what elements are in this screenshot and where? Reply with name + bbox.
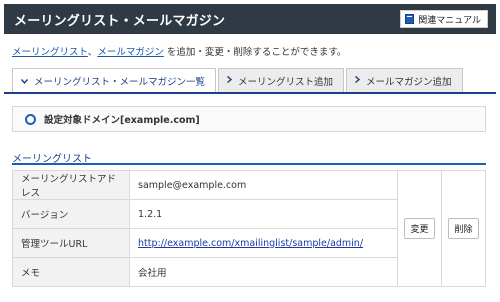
chevron-down-icon xyxy=(20,77,29,86)
chevron-right-icon xyxy=(355,75,361,85)
delete-button[interactable]: 削除 xyxy=(448,218,479,239)
tab-list-label: メーリングリスト・メールマガジン一覧 xyxy=(34,77,206,88)
row-value-admin-url: http://example.com/xmailinglist/sample/a… xyxy=(129,228,398,258)
target-domain-box: 設定対象ドメイン[example.com] xyxy=(12,106,486,132)
tab-add-mail-magazine-label: メールマガジン追加 xyxy=(366,76,452,88)
page: メーリングリスト・メールマガジン 関連マニュアル メーリングリスト、メールマガジ… xyxy=(0,0,500,302)
target-domain-label: 設定対象ドメイン[example.com] xyxy=(44,115,200,126)
tab-add-mailinglist-label: メーリングリスト追加 xyxy=(238,76,334,88)
row-value-version: 1.2.1 xyxy=(129,199,398,229)
mail-magazine-link[interactable]: メールマガジン xyxy=(97,47,164,58)
tab-underline xyxy=(4,92,496,94)
row-label-admin-url: 管理ツールURL xyxy=(12,228,130,258)
edit-button[interactable]: 変更 xyxy=(404,218,435,239)
section-divider xyxy=(12,163,486,165)
table-row: メーリングリストアドレス sample@example.com 変更 削除 xyxy=(12,170,486,287)
tab-add-mail-magazine[interactable]: メールマガジン追加 xyxy=(346,68,463,92)
intro-description: を追加・変更・削除することができます。 xyxy=(166,47,347,58)
page-title: メーリングリスト・メールマガジン xyxy=(14,14,226,29)
related-manual-button[interactable]: 関連マニュアル xyxy=(400,10,488,28)
mailinglist-table: メーリングリストアドレス sample@example.com 変更 削除 バー… xyxy=(12,170,486,287)
page-header: メーリングリスト・メールマガジン 関連マニュアル xyxy=(4,4,496,34)
mailinglist-link[interactable]: メーリングリスト xyxy=(12,47,88,58)
intro-text: メーリングリスト、メールマガジン を追加・変更・削除することができます。 xyxy=(12,44,346,58)
tab-add-mailinglist[interactable]: メーリングリスト追加 xyxy=(218,68,345,92)
book-icon xyxy=(405,14,415,24)
delete-cell: 削除 xyxy=(441,170,486,287)
row-label-version: バージョン xyxy=(12,199,130,229)
intro-separator: 、 xyxy=(87,47,98,58)
row-value-address: sample@example.com xyxy=(129,170,398,200)
edit-cell: 変更 xyxy=(397,170,442,287)
row-label-memo: メモ xyxy=(12,257,130,287)
admin-url-link[interactable]: http://example.com/xmailinglist/sample/a… xyxy=(138,238,363,249)
tab-bar: メーリングリスト・メールマガジン一覧 メーリングリスト追加 メールマガジン追加 xyxy=(12,68,465,93)
radio-circle-icon xyxy=(25,113,36,125)
related-manual-label: 関連マニュアル xyxy=(418,15,481,26)
chevron-right-icon xyxy=(227,75,233,85)
tab-list[interactable]: メーリングリスト・メールマガジン一覧 xyxy=(12,68,217,93)
row-value-memo: 会社用 xyxy=(129,257,398,287)
row-label-address: メーリングリストアドレス xyxy=(12,170,130,200)
